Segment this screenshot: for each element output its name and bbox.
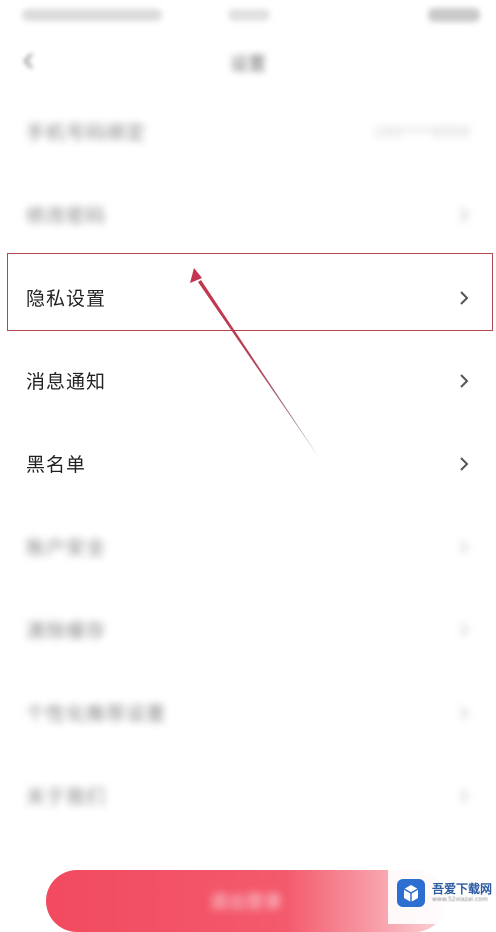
- settings-item-password[interactable]: 修改密码: [0, 173, 496, 256]
- chevron-right-icon: [460, 373, 469, 388]
- settings-item-label: 隐私设置: [26, 288, 107, 310]
- status-time: [228, 9, 270, 21]
- watermark: 吾爱下载网 www.52xiazai.com: [388, 862, 496, 924]
- settings-item-label: 个性化推荐设置: [26, 703, 167, 725]
- chevron-right-icon: [460, 290, 469, 305]
- status-bar: [0, 0, 496, 34]
- settings-item-blacklist[interactable]: 黑名单: [0, 422, 496, 505]
- settings-list: 手机号码绑定 189****8888 修改密码 隐私设置 消息通知 黑名单 账户…: [0, 90, 496, 837]
- chevron-right-icon: [460, 788, 469, 803]
- settings-item-label: 清除缓存: [26, 620, 107, 642]
- chevron-right-icon: [460, 539, 469, 554]
- chevron-right-icon: [460, 207, 469, 222]
- page-title: 设置: [230, 54, 266, 75]
- status-battery: [428, 8, 480, 22]
- chevron-right-icon: [460, 705, 469, 720]
- status-carrier: [22, 9, 162, 21]
- settings-item-about[interactable]: 关于我们: [0, 754, 496, 837]
- settings-item-notifications[interactable]: 消息通知: [0, 339, 496, 422]
- nav-bar: 设置: [0, 40, 496, 84]
- settings-item-clear-cache[interactable]: 清除缓存: [0, 588, 496, 671]
- box-logo-icon: [397, 879, 425, 907]
- settings-item-label: 关于我们: [26, 786, 107, 808]
- settings-item-label: 消息通知: [26, 371, 107, 393]
- settings-item-phone[interactable]: 手机号码绑定 189****8888: [0, 90, 496, 173]
- logout-button-label: 退出登录: [210, 892, 282, 913]
- settings-item-label: 手机号码绑定: [26, 122, 147, 144]
- watermark-title: 吾爱下载网: [432, 882, 493, 896]
- chevron-right-icon: [460, 456, 469, 471]
- settings-item-account-security[interactable]: 账户安全: [0, 505, 496, 588]
- settings-item-label: 黑名单: [26, 454, 87, 476]
- chevron-right-icon: [460, 622, 469, 637]
- settings-item-value: 189****8888: [373, 122, 470, 141]
- settings-item-label: 修改密码: [26, 205, 107, 227]
- settings-item-privacy[interactable]: 隐私设置: [0, 256, 496, 339]
- logout-button[interactable]: 退出登录: [46, 870, 446, 932]
- settings-item-recommendation[interactable]: 个性化推荐设置: [0, 671, 496, 754]
- settings-item-label: 账户安全: [26, 537, 107, 559]
- watermark-subtitle: www.52xiazai.com: [432, 896, 488, 903]
